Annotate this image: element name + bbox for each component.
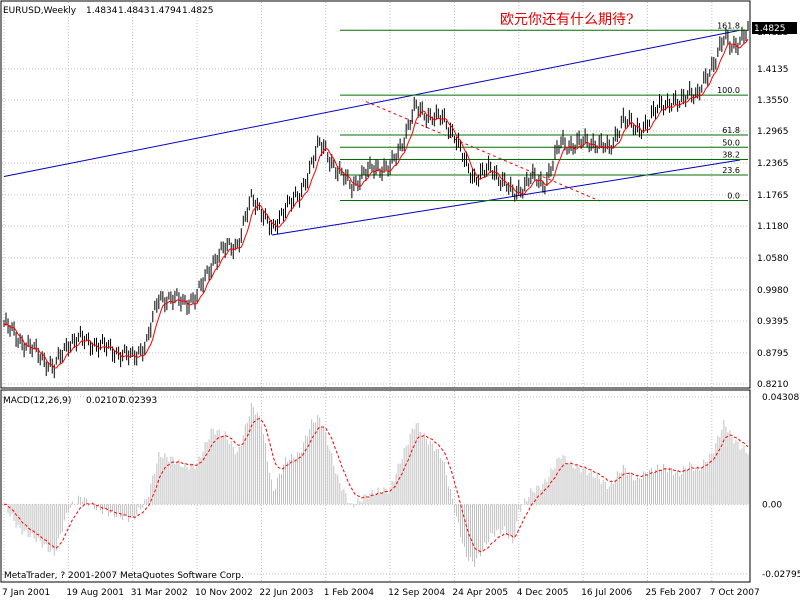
price-tick-label: 1.2965 [757, 127, 789, 137]
fibonacci-level-label: 23.6 [722, 166, 740, 175]
macd-tick-label: 0.04308 [762, 393, 799, 403]
fibonacci-level-label: 100.0 [717, 86, 740, 95]
x-tick-label: 24 Apr 2005 [452, 588, 508, 598]
x-tick-label: 12 Sep 2004 [388, 588, 445, 598]
ohlc-close: 1.4825 [182, 6, 214, 16]
macd-tick-label: 0.00 [762, 500, 782, 510]
ohlc-high: 1.4843 [118, 6, 150, 16]
chart-background [0, 0, 800, 600]
fibonacci-level-label: 61.8 [722, 126, 740, 135]
x-tick-label: 22 Jun 2003 [259, 588, 313, 598]
macd-tick-label: -0.02795 [762, 570, 800, 580]
x-tick-label: 19 Aug 2001 [66, 588, 124, 598]
fibonacci-level-label: 38.2 [722, 151, 740, 160]
fibonacci-level-label: 0.0 [727, 191, 740, 200]
chart-annotation: 欧元你还有什么期待? [500, 12, 634, 28]
macd-name-label: MACD(12,26,9) [3, 396, 71, 406]
copyright-footer: MetaTrader, ? 2001-2007 MetaQuotes Softw… [4, 571, 244, 581]
price-tick-label: 1.0580 [757, 254, 789, 264]
fibonacci-level-label: 50.0 [722, 138, 740, 147]
x-tick-label: 7 Jan 2001 [2, 588, 50, 598]
price-tick-label: 0.9980 [757, 286, 789, 296]
x-tick-label: 7 Oct 2007 [710, 588, 760, 598]
x-tick-label: 1 Feb 2004 [324, 588, 375, 598]
price-tick-label: 0.9395 [757, 317, 789, 327]
x-tick-label: 25 Feb 2007 [645, 588, 701, 598]
price-tick-label: 0.8795 [757, 349, 789, 359]
x-tick-label: 10 Nov 2002 [195, 588, 253, 598]
price-tick-label: 1.4135 [757, 65, 789, 75]
macd-main-value: 0.02107 [86, 396, 123, 406]
chart-symbol-label: EURUSD,Weekly [3, 6, 77, 16]
ohlc-low: 1.4794 [150, 6, 182, 16]
price-tick-label: 1.2365 [757, 159, 789, 169]
price-tick-label: 1.1765 [757, 191, 789, 201]
fibonacci-level-label: 161.8 [717, 21, 740, 30]
macd-signal-value: 0.02393 [120, 396, 157, 406]
ohlc-open: 1.4834 [86, 6, 118, 16]
price-tick-label: 1.3550 [757, 96, 789, 106]
chart-canvas: 161.8 100.0 61.8 50.0 38.2 23.6 0.0 7 Jan 2001… [0, 0, 800, 600]
x-tick-label: 16 Jul 2006 [581, 588, 632, 598]
current-price-label: 1.4825 [754, 24, 786, 34]
x-tick-label: 4 Dec 2005 [517, 588, 569, 598]
price-tick-label: 0.8210 [757, 380, 789, 390]
x-tick-label: 31 Mar 2002 [131, 588, 188, 598]
price-tick-label: 1.1180 [757, 222, 789, 232]
metatrader-chart-window: 161.8 100.0 61.8 50.0 38.2 23.6 0.0 7 Jan 2001… [0, 0, 800, 600]
